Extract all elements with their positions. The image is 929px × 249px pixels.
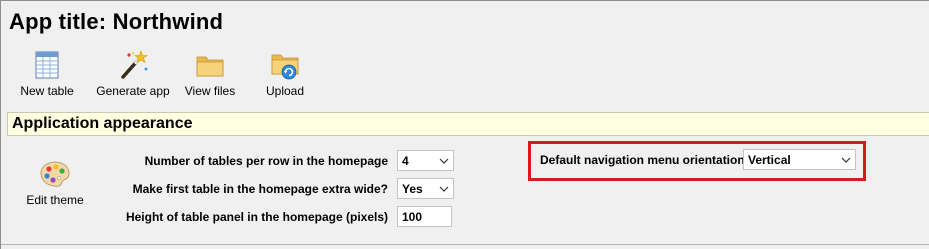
- panel-height-input[interactable]: 100: [397, 206, 452, 227]
- chevron-down-icon: [439, 186, 449, 192]
- edit-theme-button[interactable]: Edit theme: [21, 159, 89, 207]
- nav-orientation-label: Default navigation menu orientation: [540, 153, 745, 167]
- new-table-label: New table: [20, 84, 74, 98]
- first-table-wide-value: Yes: [402, 182, 423, 196]
- folder-icon: [196, 56, 224, 77]
- palette-icon: [40, 161, 70, 187]
- app-title: App title: Northwind: [9, 9, 224, 34]
- generate-app-button[interactable]: Generate app: [93, 49, 173, 103]
- tables-per-row-value: 4: [402, 154, 409, 168]
- view-files-label: View files: [184, 84, 236, 98]
- chevron-down-icon: [841, 157, 851, 163]
- nav-orientation-value: Vertical: [748, 153, 791, 167]
- app-window: App title: Northwind New table Generate …: [0, 0, 929, 249]
- chevron-down-icon: [439, 158, 449, 164]
- tables-per-row-select[interactable]: 4: [397, 150, 454, 171]
- first-table-wide-label: Make first table in the homepage extra w…: [132, 182, 388, 196]
- first-table-wide-select[interactable]: Yes: [397, 178, 454, 199]
- generate-app-label: Generate app: [96, 84, 170, 98]
- panel-height-label: Height of table panel in the homepage (p…: [125, 210, 388, 224]
- divider: [1, 244, 929, 245]
- folder-upload-icon: [271, 54, 299, 80]
- new-table-button[interactable]: New table: [11, 49, 83, 103]
- view-files-button[interactable]: View files: [177, 49, 243, 103]
- tables-per-row-label: Number of tables per row in the homepage: [144, 154, 388, 168]
- upload-label: Upload: [265, 84, 305, 98]
- nav-orientation-select[interactable]: Vertical: [743, 149, 856, 170]
- magic-wand-icon: [121, 50, 148, 79]
- upload-button[interactable]: Upload: [253, 49, 317, 103]
- section-header: Application appearance: [7, 112, 929, 136]
- edit-theme-label: Edit theme: [26, 193, 84, 207]
- table-grid-icon: [35, 51, 59, 79]
